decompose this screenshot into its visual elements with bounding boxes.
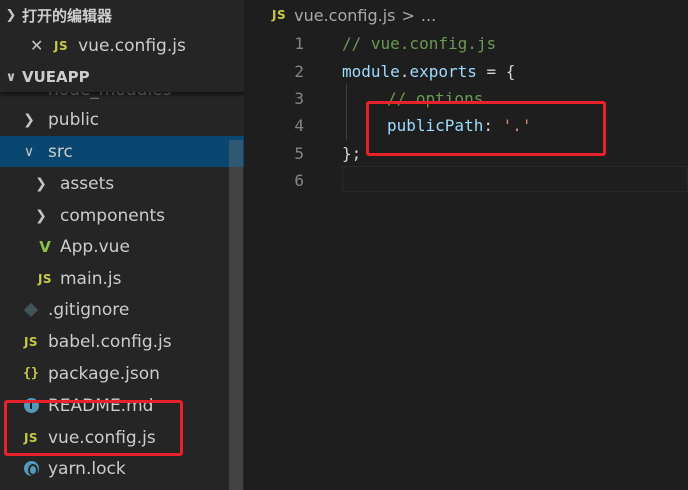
breadcrumb-file[interactable]: vue.config.js — [294, 6, 395, 25]
open-editor-label: vue.config.js — [78, 35, 186, 56]
chevron-right-icon: ❯ — [35, 207, 47, 224]
project-header[interactable]: ∨ VUEAPP — [0, 62, 244, 92]
line-number: 5 — [294, 143, 304, 163]
code-editor[interactable]: JS vue.config.js > ... 1 // vue.config.j… — [244, 0, 688, 490]
code-line: 6 — [244, 166, 688, 194]
tree-item-label: App.vue — [60, 236, 130, 257]
close-icon[interactable]: ✕ — [30, 36, 48, 55]
chevron-right-icon: ❯ — [35, 175, 47, 192]
code-line: 1 // vue.config.js — [244, 29, 688, 57]
breadcrumb-separator: > — [401, 5, 415, 25]
chevron-down-icon: ∨ — [23, 143, 35, 160]
tree-item-label: .gitignore — [48, 299, 130, 320]
tree-item-label: public — [48, 109, 100, 130]
tree-item-label: src — [48, 141, 73, 162]
tree-item-label: components — [60, 205, 166, 226]
tree-item-main-js[interactable]: JS main.js — [0, 263, 244, 294]
yarn-file-icon — [18, 461, 44, 476]
project-title: VUEAPP — [22, 68, 90, 86]
tree-item-label: assets — [60, 173, 115, 194]
tree-item-babel-config[interactable]: JS babel.config.js — [0, 326, 244, 357]
code-text: module.exports = { — [342, 61, 516, 81]
js-file-icon: JS — [272, 8, 287, 22]
json-file-icon: {} — [23, 366, 39, 381]
tree-item-public[interactable]: ❯ public — [0, 104, 244, 135]
js-file-icon: JS — [54, 38, 69, 53]
chevron-down-icon: ∨ — [5, 69, 17, 85]
sidebar-scrollbar[interactable] — [229, 140, 243, 490]
chevron-right-icon: ❯ — [23, 111, 35, 128]
tree-item-assets[interactable]: ❯ assets — [0, 168, 244, 199]
code-text: // vue.config.js — [342, 33, 497, 53]
vue-file-icon: V — [39, 237, 51, 256]
open-editors-header[interactable]: ❯ 打开的编辑器 — [0, 0, 244, 30]
tree-item-package-json[interactable]: {} package.json — [0, 358, 244, 389]
explorer-sidebar: ❯ 打开的编辑器 ✕ JS vue.config.js ∨ VUEAPP nod… — [0, 0, 244, 490]
tree-item-label: babel.config.js — [48, 331, 172, 352]
code-line: 2 module.exports = { — [244, 57, 688, 85]
tree-item-label: package.json — [48, 363, 160, 384]
line-number: 2 — [294, 61, 304, 81]
line-number: 6 — [294, 170, 304, 190]
line-number: 3 — [294, 88, 304, 108]
code-text: }; — [342, 143, 362, 163]
chevron-right-icon: ❯ — [5, 7, 17, 23]
tree-item-label: yarn.lock — [48, 458, 126, 479]
tree-item-app-vue[interactable]: V App.vue — [0, 231, 244, 262]
highlight-box-vue-config — [4, 400, 183, 456]
tree-item-src[interactable]: ∨ src — [0, 136, 244, 167]
tree-item-gitignore[interactable]: .gitignore — [0, 294, 244, 325]
line-number: 4 — [294, 115, 304, 135]
open-editor-item[interactable]: ✕ JS vue.config.js — [0, 30, 244, 61]
highlight-box-public-path — [366, 101, 606, 156]
tree-item-components[interactable]: ❯ components — [0, 200, 244, 231]
open-editors-title: 打开的编辑器 — [22, 6, 113, 25]
breadcrumb: JS vue.config.js > ... — [244, 0, 688, 30]
js-file-icon: JS — [37, 271, 53, 286]
breadcrumb-more[interactable]: ... — [421, 6, 436, 25]
line-number: 1 — [294, 33, 304, 53]
tree-item-yarn-lock[interactable]: yarn.lock — [0, 453, 244, 484]
git-file-icon — [18, 302, 44, 317]
tree-item-label: main.js — [60, 268, 122, 289]
js-file-icon: JS — [23, 334, 39, 349]
